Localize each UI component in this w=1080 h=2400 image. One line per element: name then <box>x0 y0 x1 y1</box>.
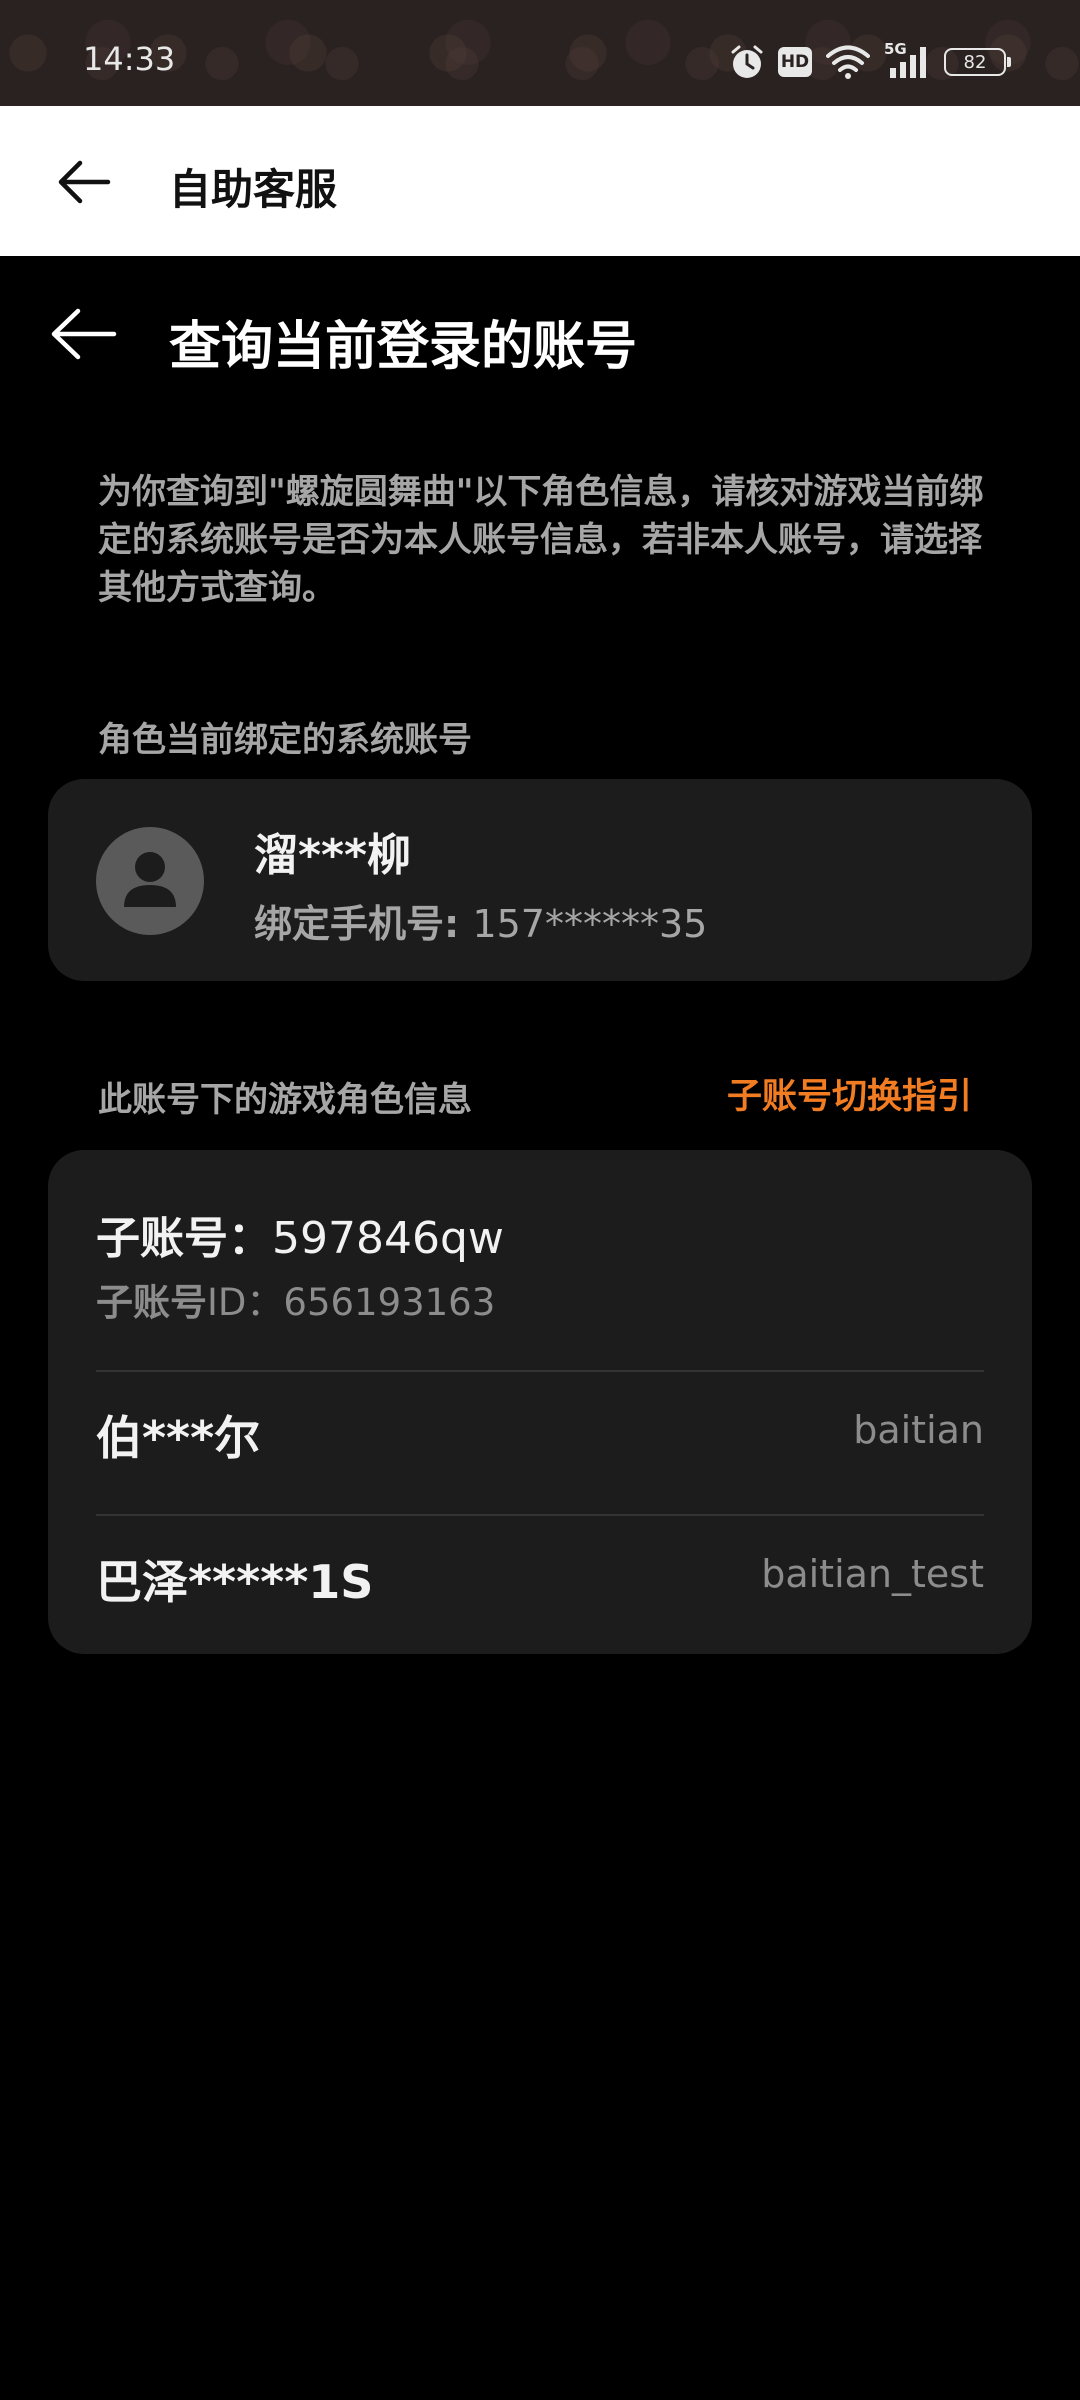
page-back-button[interactable] <box>48 306 118 362</box>
alarm-icon <box>730 44 764 80</box>
role-name: 巴泽*****1S <box>96 1555 374 1609</box>
bound-account-card: 溜***柳 绑定手机号: 157******35 <box>48 779 1032 981</box>
sub-account-label: 子账号： <box>96 1213 272 1264</box>
account-name: 溜***柳 <box>254 830 412 881</box>
sub-account-id-value: ID：656193163 <box>207 1281 496 1324</box>
status-bar: 14:33 HD 5G 82 <box>0 0 1080 106</box>
role-row[interactable]: 伯***尔 baitian <box>96 1372 984 1492</box>
roles-card: 子账号：597846qw 子账号ID：656193163 伯***尔 baiti… <box>48 1150 1032 1654</box>
wifi-icon <box>826 45 870 79</box>
bound-phone-row: 绑定手机号: 157******35 <box>254 893 707 948</box>
sub-account-id-row: 子账号ID：656193163 <box>96 1272 495 1326</box>
hd-icon: HD <box>778 47 812 77</box>
page-description: 为你查询到"螺旋圆舞曲"以下角色信息，请核对游戏当前绑定的系统账号是否为本人账号… <box>98 472 984 608</box>
role-server: baitian_test <box>761 1552 984 1596</box>
app-bar: 自助客服 <box>0 106 1080 256</box>
arrow-left-icon <box>51 308 117 360</box>
app-back-button[interactable] <box>56 158 112 206</box>
page-title: 查询当前登录的账号 <box>169 317 638 377</box>
sub-account-id-label: 子账号 <box>96 1281 207 1324</box>
bound-phone-label: 绑定手机号: <box>254 902 473 946</box>
status-icons: HD 5G 82 <box>730 40 1011 84</box>
bound-phone-value: 157******35 <box>472 902 708 946</box>
sub-account-value: 597846qw <box>272 1213 504 1264</box>
app-root: 14:33 HD 5G 82 自助客服 查询当前登录的账号 为你查询到"螺旋圆舞… <box>0 0 1080 2400</box>
user-avatar-icon <box>96 827 204 935</box>
role-name: 伯***尔 <box>96 1411 261 1465</box>
battery-indicator: 82 <box>944 48 1011 76</box>
app-title: 自助客服 <box>169 165 338 214</box>
role-row[interactable]: 巴泽*****1S baitian_test <box>96 1516 984 1636</box>
status-time: 14:33 <box>83 40 176 78</box>
bound-account-label: 角色当前绑定的系统账号 <box>98 720 472 760</box>
signal-5g-icon: 5G <box>884 40 930 80</box>
roles-section-label: 此账号下的游戏角色信息 <box>98 1080 472 1120</box>
arrow-left-icon <box>58 160 111 204</box>
sub-account-row: 子账号：597846qw <box>96 1202 504 1266</box>
role-server: baitian <box>853 1408 984 1452</box>
sub-account-switch-guide-link[interactable]: 子账号切换指引 <box>727 1068 972 1119</box>
